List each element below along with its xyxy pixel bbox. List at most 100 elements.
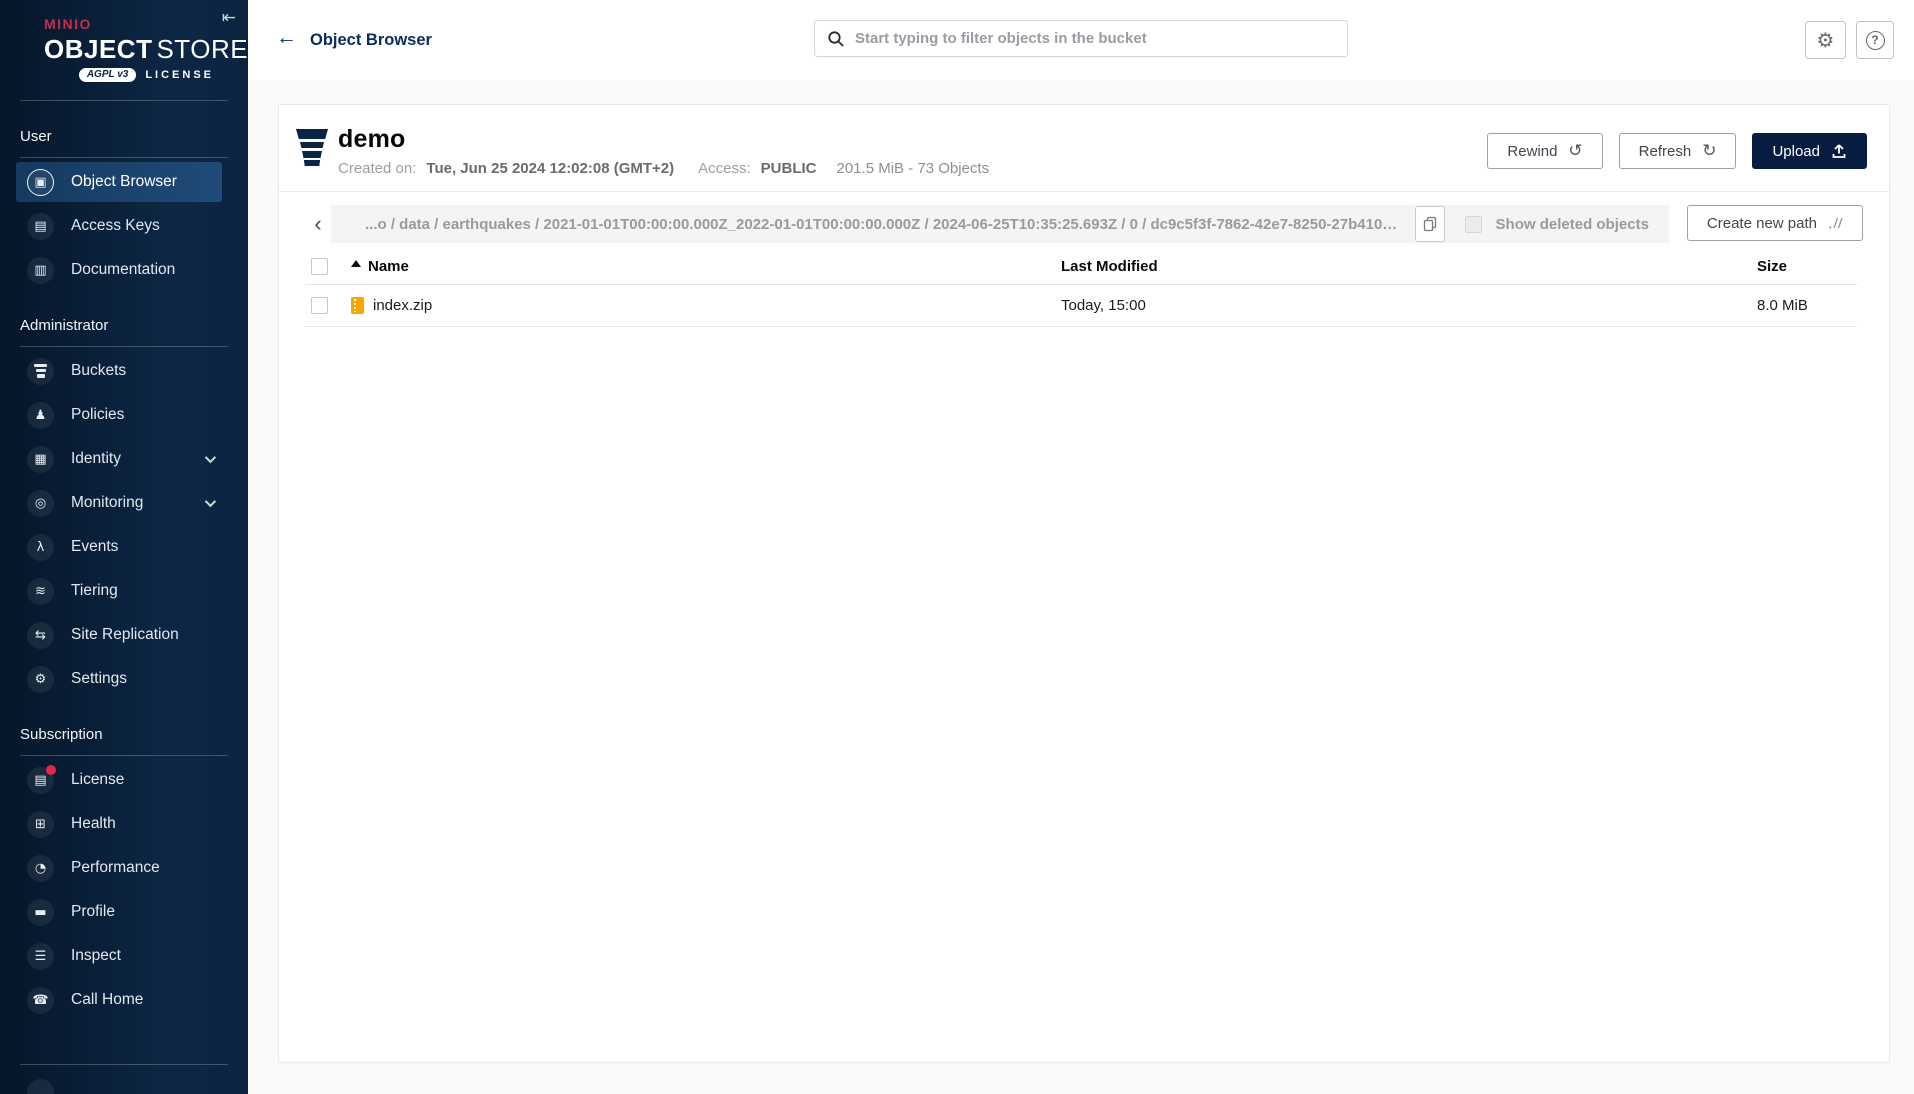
create-new-path-button[interactable]: Create new path xyxy=(1686,205,1863,241)
sidebar-section-title: Administrator xyxy=(20,317,109,334)
tiering-icon: ≋ xyxy=(27,577,54,605)
access-label: Access: xyxy=(698,160,751,177)
search-icon xyxy=(828,30,844,47)
divider xyxy=(20,346,228,347)
rewind-button[interactable]: Rewind ↺ xyxy=(1487,133,1603,169)
select-all-checkbox[interactable] xyxy=(311,258,328,275)
help-button[interactable]: ? xyxy=(1856,21,1894,59)
documentation-icon: ▥ xyxy=(27,256,54,284)
identity-icon: ▦ xyxy=(27,445,54,473)
logo-store-text: STORE xyxy=(156,34,248,64)
size-column-header[interactable]: Size xyxy=(1757,258,1857,275)
sidebar-item-label: Health xyxy=(71,815,116,832)
divider xyxy=(20,157,228,158)
search-input[interactable] xyxy=(855,30,1335,47)
sidebar-item-label: Buckets xyxy=(71,362,127,379)
copy-path-button[interactable] xyxy=(1414,206,1445,242)
bucket-meta: Created on: Tue, Jun 25 2024 12:02:08 (G… xyxy=(338,160,989,177)
refresh-button[interactable]: Refresh ↻ xyxy=(1618,133,1737,169)
settings-button[interactable]: ⚙ xyxy=(1805,21,1846,59)
upload-button[interactable]: Upload xyxy=(1752,133,1867,169)
sidebar-item-events[interactable]: λ Events xyxy=(16,527,222,567)
sidebar-item-monitoring[interactable]: ◎ Monitoring xyxy=(16,483,222,523)
monitoring-icon: ◎ xyxy=(27,489,54,517)
sidebar-item-profile[interactable]: ▬ Profile xyxy=(16,892,222,932)
upload-icon xyxy=(1832,144,1846,158)
sidebar-item-access-keys[interactable]: ▤ Access Keys xyxy=(16,206,222,246)
bucket-browser-card: demo Created on: Tue, Jun 25 2024 12:02:… xyxy=(278,104,1890,1063)
object-browser-icon: ▣ xyxy=(27,168,54,196)
sidebar-item-label: Performance xyxy=(71,859,160,876)
name-column-header[interactable]: Name xyxy=(351,258,1061,275)
sidebar-item-settings[interactable]: ⚙ Settings xyxy=(16,659,222,699)
main-area: ← Object Browser ⚙ ? xyxy=(248,0,1914,1094)
sidebar-item-label: Object Browser xyxy=(71,173,177,190)
last-modified-column-header[interactable]: Last Modified xyxy=(1061,258,1757,275)
license-row: AGPL v3 LICENSE xyxy=(44,68,214,82)
sidebar-item-call-home[interactable]: ☎ Call Home xyxy=(16,980,222,1020)
sidebar-item-health[interactable]: ⊞ Health xyxy=(16,804,222,844)
divider xyxy=(20,755,228,756)
sidebar-item-label: Policies xyxy=(71,406,125,423)
show-deleted-label: Show deleted objects xyxy=(1495,215,1649,233)
chevron-down-icon[interactable] xyxy=(204,495,217,508)
row-checkbox[interactable] xyxy=(311,297,328,314)
breadcrumb-path: ...o / data / earthquakes / 2021-01-01T0… xyxy=(365,215,1401,233)
events-icon: λ xyxy=(27,533,54,561)
sidebar-item-buckets[interactable]: Buckets xyxy=(16,351,222,391)
page-title: Object Browser xyxy=(310,31,432,49)
notification-dot xyxy=(46,764,56,775)
sidebar-item-site-replication[interactable]: ⇆ Site Replication xyxy=(16,615,222,655)
sidebar-item-tiering[interactable]: ≋ Tiering xyxy=(16,571,222,611)
app-window: ⇤ MINIO OBJECT STORE AGPL v3 LICENSE User… xyxy=(0,0,1914,1094)
table-body: index.zip Today, 15:00 8.0 MiB xyxy=(305,285,1857,327)
chevron-down-icon[interactable] xyxy=(204,451,217,464)
settings-icon: ⚙ xyxy=(27,665,54,693)
sidebar-item-inspect[interactable]: ☰ Inspect xyxy=(16,936,222,976)
license-icon: ▤ xyxy=(27,764,56,794)
new-path-icon xyxy=(1829,217,1843,229)
created-on-value: Tue, Jun 25 2024 12:02:08 (GMT+2) xyxy=(426,160,675,177)
gear-icon: ⚙ xyxy=(1816,28,1835,52)
sidebar-item-label: Monitoring xyxy=(71,494,144,511)
sidebar: ⇤ MINIO OBJECT STORE AGPL v3 LICENSE User… xyxy=(0,0,248,1094)
back-arrow-icon[interactable]: ← xyxy=(276,26,297,50)
sidebar-item-object-browser[interactable]: ▣ Object Browser xyxy=(16,162,222,202)
create-new-path-label: Create new path xyxy=(1706,214,1817,232)
sidebar-item-label: Documentation xyxy=(71,261,176,278)
refresh-icon: ↻ xyxy=(1702,140,1717,161)
sidebar-item-label: Call Home xyxy=(71,991,144,1008)
sort-ascending-icon xyxy=(351,260,361,267)
site-replication-icon: ⇆ xyxy=(27,621,54,649)
performance-icon: ◔ xyxy=(27,854,54,882)
upload-button-label: Upload xyxy=(1772,142,1820,160)
object-size: 8.0 MiB xyxy=(1757,297,1808,314)
rewind-button-label: Rewind xyxy=(1507,142,1558,160)
row-checkbox-cell xyxy=(305,297,351,314)
object-filter-search[interactable] xyxy=(814,20,1348,57)
copy-icon xyxy=(1423,216,1436,232)
created-on-label: Created on: xyxy=(338,160,417,177)
breadcrumb-bar: ...o / data / earthquakes / 2021-01-01T0… xyxy=(331,205,1669,243)
breadcrumb-back-button[interactable]: ‹ xyxy=(305,205,331,243)
sidebar-item-performance[interactable]: ◔ Performance xyxy=(16,848,222,888)
minio-logo: MINIO OBJECT STORE AGPL v3 LICENSE xyxy=(0,0,248,82)
sidebar-item-license[interactable]: ▤ License xyxy=(16,760,222,800)
sidebar-item-policies[interactable]: ♟ Policies xyxy=(16,395,222,435)
objects-table: Name Last Modified Size index.zip Today, … xyxy=(305,249,1857,327)
object-name-cell[interactable]: index.zip xyxy=(351,297,1061,314)
object-name: index.zip xyxy=(373,297,433,314)
divider xyxy=(20,1064,228,1065)
content-area: demo Created on: Tue, Jun 25 2024 12:02:… xyxy=(248,80,1914,1094)
sidebar-item-documentation[interactable]: ▥ Documentation xyxy=(16,250,222,290)
name-header-label: Name xyxy=(368,258,409,275)
object-last-modified: Today, 15:00 xyxy=(1061,297,1146,314)
access-value: PUBLIC xyxy=(760,160,817,177)
sidebar-sections: User ▣ Object Browser ▤ Access Keys ▥ Document… xyxy=(0,128,248,1020)
collapse-sidebar-icon[interactable]: ⇤ xyxy=(222,8,236,28)
show-deleted-checkbox[interactable] xyxy=(1464,215,1482,233)
sidebar-item-identity[interactable]: ▦ Identity xyxy=(16,439,222,479)
sidebar-item-label: Site Replication xyxy=(71,626,179,643)
table-row[interactable]: index.zip Today, 15:00 8.0 MiB xyxy=(305,285,1857,327)
help-icon: ? xyxy=(1865,30,1885,50)
